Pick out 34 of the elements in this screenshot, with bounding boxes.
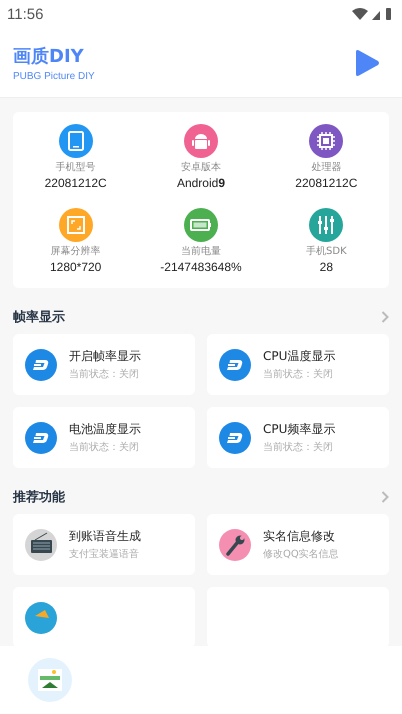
dash-icon [25,348,57,380]
info-value: 28 [320,259,333,276]
dash-icon [219,422,251,454]
app-subtitle: PUBG Picture DIY [13,70,95,82]
info-value: Android9 [176,175,226,192]
info-label: 手机SDK [306,245,347,259]
info-label: 处理器 [311,161,342,175]
dash-icon [219,348,251,380]
info-value: 1280*720 [50,259,102,276]
chevron-icon[interactable] [381,490,389,502]
feature-card[interactable]: 开启帧率显示 当前状态：关闭 [13,334,195,395]
dash-icon [25,422,57,454]
info-label: 安卓版本 [180,161,221,175]
feature-card[interactable]: 电池温度显示 当前状态：关闭 [13,407,195,468]
info-value: 22081212C [44,175,107,192]
feature-card[interactable]: CPU温度显示 当前状态：关闭 [207,334,389,395]
app-title: 画质DIY [13,44,85,68]
status-time: 11:56 [7,6,44,22]
info-label: 当前电量 [180,245,221,259]
feature-card[interactable]: CPU频率显示 当前状态：关闭 [207,407,389,468]
info-value: 22081212C [295,175,358,192]
feature-card[interactable]: 实名信息修改 修改QQ实名信息 [207,514,389,575]
info-value: -2147483648% [160,259,242,276]
play-icon[interactable] [354,48,380,76]
status-icons [352,7,392,21]
info-label: 手机型号 [56,161,96,175]
feature-card[interactable] [13,587,195,646]
section-title: 推荐功能 [13,488,65,506]
section-title: 帧率显示 [13,308,65,326]
info-label: 屏幕分辨率 [50,245,101,259]
chevron-icon[interactable] [381,310,389,322]
wrench-icon [219,528,251,560]
feature-card[interactable]: 到账语音生成 支付宝装逼语音 [13,514,195,575]
radio-icon [25,528,57,560]
